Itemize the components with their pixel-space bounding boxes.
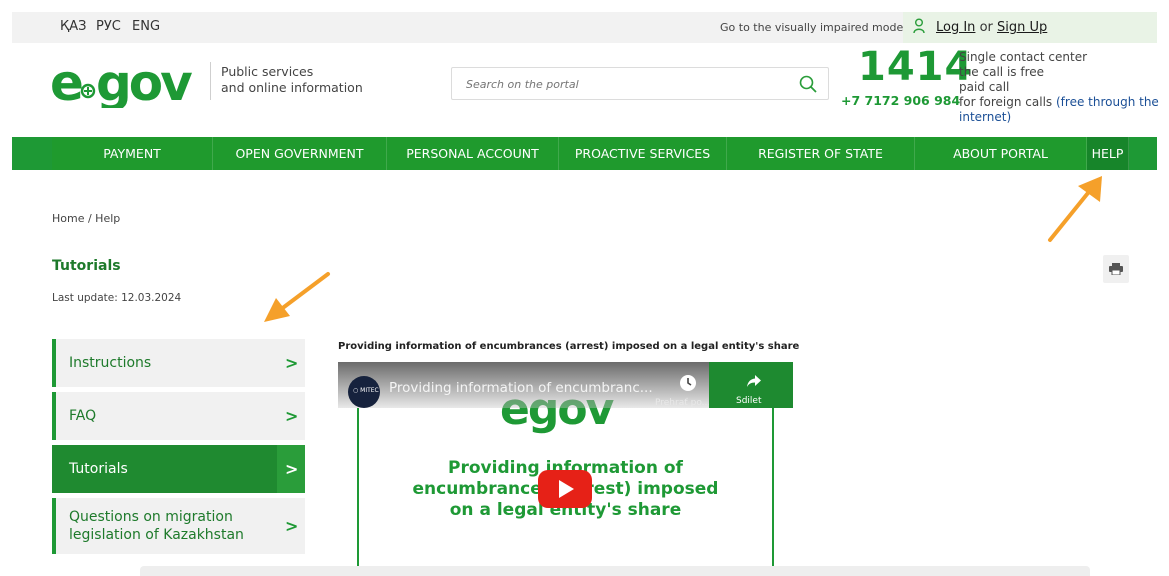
print-button[interactable] xyxy=(1103,255,1129,283)
logo-divider xyxy=(210,62,211,100)
contact-line-1: Single contact center xyxy=(959,50,1088,64)
contact-line-3: paid call xyxy=(959,80,1010,94)
chevron-right-icon: > xyxy=(285,353,299,373)
sidebar-item-label-line-2: legislation of Kazakhstan xyxy=(69,527,244,543)
contact-foreign-text: for foreign calls xyxy=(959,95,1056,109)
search-box xyxy=(451,67,829,100)
page-title: Tutorials xyxy=(52,258,121,274)
video-player-title[interactable]: Providing information of encumbranc... xyxy=(389,380,653,396)
chevron-right-icon: > xyxy=(285,406,299,426)
sidebar-item-label: FAQ xyxy=(69,408,97,424)
lang-en-link[interactable]: ENG xyxy=(132,19,160,34)
contact-line-4: for foreign calls (free through the inte… xyxy=(959,95,1169,125)
share-icon xyxy=(747,375,761,387)
clock-icon[interactable] xyxy=(679,374,697,392)
sidebar-item-instructions[interactable]: Instructions > xyxy=(52,339,305,387)
play-icon xyxy=(559,480,574,498)
print-icon xyxy=(1109,263,1123,275)
sidebar-chevron: > xyxy=(277,392,305,440)
nav-open-government[interactable]: OPEN GOVERNMENT xyxy=(213,137,387,170)
user-icon xyxy=(913,18,925,34)
play-button[interactable] xyxy=(538,470,592,508)
top-utility-bar: ҚАЗ РУС ENG Go to the visually impaired … xyxy=(12,12,1157,43)
sidebar-chevron: > xyxy=(277,445,305,493)
breadcrumb[interactable]: Home / Help xyxy=(52,212,120,225)
login-area: Log In or Sign Up xyxy=(903,12,1157,43)
sidebar-item-tutorials[interactable]: Tutorials > xyxy=(52,445,305,493)
tagline-line-1: Public services xyxy=(221,64,314,79)
egov-logo-image: e gov xyxy=(50,54,195,112)
main-nav: PAYMENT OPEN GOVERNMENT PERSONAL ACCOUNT… xyxy=(12,137,1157,194)
lang-ru-link[interactable]: РУС xyxy=(96,19,121,34)
nav-help[interactable]: HELP xyxy=(1087,137,1129,170)
channel-badge-text: ○ MITEC xyxy=(353,387,379,394)
nav-personal-account[interactable]: PERSONAL ACCOUNT xyxy=(387,137,559,170)
last-update: Last update: 12.03.2024 xyxy=(52,292,182,304)
contact-line-2: the call is free xyxy=(959,65,1045,79)
signup-link[interactable]: Sign Up xyxy=(997,20,1047,35)
video-player[interactable]: egov Providing information of encumbranc… xyxy=(338,362,793,576)
sidebar-item-label-line-1: Questions on migration xyxy=(69,509,233,525)
svg-text:gov: gov xyxy=(96,58,192,108)
sidebar-item-migration-questions[interactable]: Questions on migration legislation of Ka… xyxy=(52,498,305,554)
main-nav-inner: PAYMENT OPEN GOVERNMENT PERSONAL ACCOUNT… xyxy=(52,137,1129,194)
channel-avatar[interactable]: ○ MITEC xyxy=(348,376,380,408)
phone-long-number[interactable]: +7 7172 906 984 xyxy=(841,93,960,108)
nav-payment[interactable]: PAYMENT xyxy=(52,137,213,170)
egov-logo[interactable]: e gov xyxy=(50,54,205,112)
video-frame-left xyxy=(357,408,359,576)
video-frame-right xyxy=(772,408,774,576)
arrow-pointing-help xyxy=(1048,176,1102,242)
watch-later-label: Prehrať po... xyxy=(655,398,711,408)
arrow-pointing-sidebar xyxy=(264,272,330,322)
login-link[interactable]: Log In xyxy=(936,20,975,35)
chevron-right-icon: > xyxy=(285,516,299,536)
sidebar-item-label: Questions on migration legislation of Ka… xyxy=(69,508,244,544)
lang-kz-link[interactable]: ҚАЗ xyxy=(60,19,86,34)
video-section-title: Providing information of encumbrances (a… xyxy=(338,341,800,352)
or-text: or xyxy=(975,20,998,35)
sidebar-chevron: > xyxy=(277,339,305,387)
login-signup-text: Log In or Sign Up xyxy=(936,20,1047,35)
search-icon[interactable] xyxy=(798,74,818,94)
bottom-page-edge xyxy=(140,566,1090,576)
tagline: Public services and online information xyxy=(221,64,381,96)
nav-about-portal[interactable]: ABOUT PORTAL xyxy=(915,137,1087,170)
nav-register-state-services[interactable]: REGISTER OF STATE SERVICES xyxy=(727,137,915,194)
sidebar-item-label: Tutorials xyxy=(69,461,128,477)
tagline-line-2: and online information xyxy=(221,80,363,95)
share-label: Sdilet xyxy=(736,396,762,406)
search-input[interactable] xyxy=(466,74,786,94)
sidebar-chevron: > xyxy=(277,498,305,554)
share-button[interactable]: Sdilet xyxy=(709,362,793,408)
nav-proactive-services[interactable]: PROACTIVE SERVICES xyxy=(559,137,727,170)
sidebar-item-label: Instructions xyxy=(69,355,152,371)
svg-text:e: e xyxy=(50,58,82,108)
impaired-mode-link[interactable]: Go to the visually impaired mode xyxy=(720,21,903,34)
sidebar-item-faq[interactable]: FAQ > xyxy=(52,392,305,440)
chevron-right-icon: > xyxy=(285,459,299,479)
phone-short-number[interactable]: 1414 xyxy=(858,44,973,90)
contact-info: Single contact center the call is free p… xyxy=(959,50,1169,125)
